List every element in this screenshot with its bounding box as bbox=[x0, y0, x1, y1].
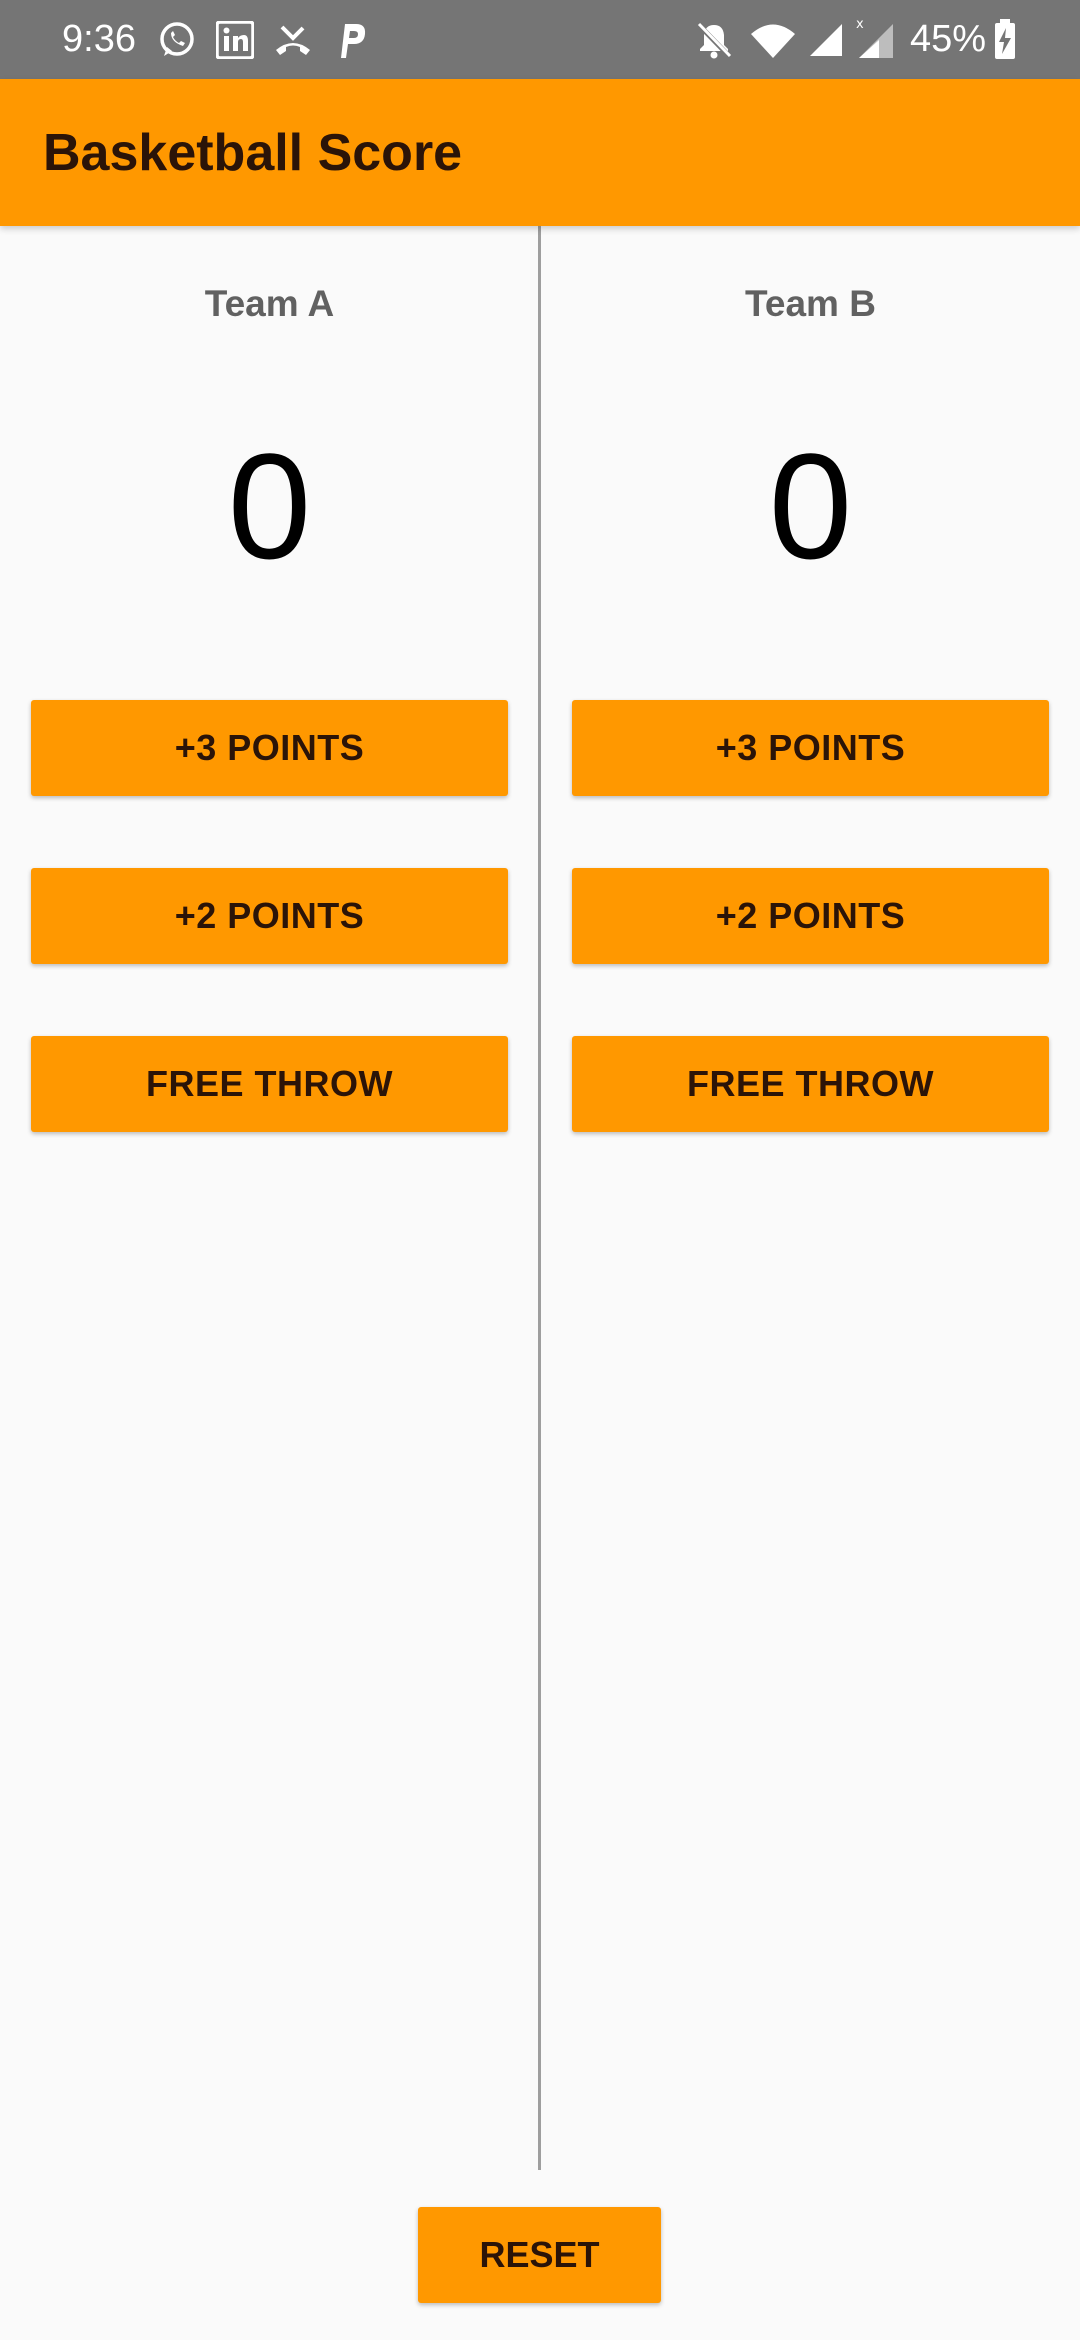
team-b-plus-three-button[interactable]: +3 POINTS bbox=[572, 700, 1049, 796]
team-a-free-throw-button[interactable]: FREE THROW bbox=[31, 1036, 508, 1132]
signal-no-data-icon: x bbox=[856, 17, 893, 58]
bell-off-icon bbox=[697, 22, 732, 59]
status-time: 9:36 bbox=[62, 18, 136, 60]
team-a-column: Team A 0 +3 POINTS +2 POINTS FREE THROW bbox=[0, 226, 539, 2171]
team-a-name: Team A bbox=[204, 283, 335, 324]
linkedin-icon bbox=[216, 21, 254, 59]
signal-icon bbox=[810, 24, 842, 56]
svg-text:x: x bbox=[856, 17, 864, 32]
team-a-plus-three-button[interactable]: +3 POINTS bbox=[31, 700, 508, 796]
team-b-free-throw-button[interactable]: FREE THROW bbox=[572, 1036, 1049, 1132]
wifi-icon bbox=[751, 24, 795, 58]
team-a-plus-two-button[interactable]: +2 POINTS bbox=[31, 868, 508, 964]
screen: 9:36 x 45% Basketball Score Team A 0 +3 … bbox=[0, 0, 1080, 2340]
whatsapp-icon bbox=[160, 22, 194, 56]
team-b-score: 0 bbox=[768, 422, 853, 590]
team-b-name: Team B bbox=[745, 283, 876, 324]
team-b-plus-two-button[interactable]: +2 POINTS bbox=[572, 868, 1049, 964]
team-b-column: Team B 0 +3 POINTS +2 POINTS FREE THROW bbox=[541, 226, 1080, 2171]
p-app-icon bbox=[341, 24, 366, 58]
team-a-score: 0 bbox=[227, 422, 312, 590]
battery-percentage: 45% bbox=[910, 18, 987, 60]
battery-charging-icon bbox=[995, 19, 1015, 59]
status-bar: 9:36 x 45% bbox=[0, 0, 1080, 79]
reset-button[interactable]: RESET bbox=[418, 2207, 661, 2303]
app-bar: Basketball Score bbox=[0, 79, 1080, 226]
app-title: Basketball Score bbox=[43, 124, 463, 182]
missed-call-icon bbox=[276, 25, 310, 55]
